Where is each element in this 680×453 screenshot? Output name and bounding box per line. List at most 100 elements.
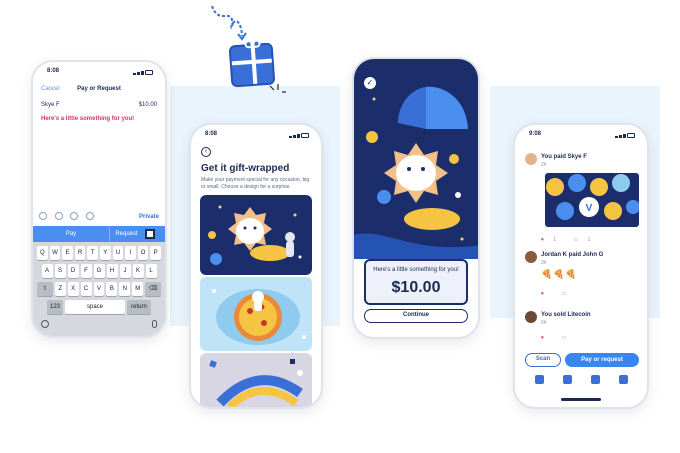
recipient-name: Skye F	[41, 102, 60, 108]
status-bar: 8:08	[191, 131, 321, 141]
recipient-row[interactable]: Skye F $10.00	[41, 102, 157, 108]
keyboard-row-4: 123 space return	[36, 300, 162, 314]
status-bar: 8:08	[33, 68, 165, 78]
privacy-selector[interactable]: Private	[139, 214, 159, 220]
continue-button[interactable]: Continue	[364, 309, 468, 323]
like-count: 1	[553, 237, 557, 243]
key-r[interactable]: R	[74, 246, 86, 260]
key-mode[interactable]: 123	[47, 300, 63, 314]
pay-request-bar: Pay Request	[33, 226, 165, 242]
gift-bow-icon	[244, 39, 261, 50]
crypto-icon[interactable]	[590, 375, 600, 384]
key-u[interactable]: U	[112, 246, 124, 260]
avatar	[525, 311, 537, 323]
lucky-cat-large-illustration	[354, 86, 478, 259]
qr-code-icon[interactable]	[145, 229, 155, 239]
key-k[interactable]: K	[132, 264, 144, 278]
feed-item[interactable]: Jordan K paid John G 3h 🍕🍕🍕 ♥ ▭	[525, 251, 639, 301]
key-t[interactable]: T	[87, 246, 98, 260]
page-description: Make your payment special for any occasi…	[201, 177, 310, 190]
key-l[interactable]: L	[145, 264, 157, 278]
battery-icon	[627, 133, 635, 138]
key-d[interactable]: D	[67, 264, 79, 278]
like-button[interactable]: ♥	[541, 335, 552, 341]
like-button[interactable]: ♥	[541, 291, 552, 297]
gif-icon[interactable]	[86, 212, 95, 220]
like-button[interactable]: ♥ 1	[541, 237, 564, 243]
key-j[interactable]: J	[119, 264, 131, 278]
pay-or-request-button[interactable]: Pay or request	[565, 353, 639, 367]
gift-message-card: Here's a little something for you! $10.0…	[364, 259, 468, 305]
phone-pay-request: 8:08 Cancel Pay or Request Skye F $10.00…	[31, 60, 167, 338]
feed-item[interactable]: You paid Skye F 2h V ♥ 1 ▭ 1	[525, 153, 639, 253]
card-icon[interactable]	[562, 375, 572, 384]
design-option-pizza[interactable]	[200, 277, 312, 351]
comment-button[interactable]: ▭	[561, 291, 574, 297]
key-e[interactable]: E	[62, 246, 73, 260]
signal-icon	[615, 132, 635, 138]
key-return[interactable]: return	[127, 300, 151, 314]
shift-key[interactable]: ⇧	[36, 282, 53, 296]
close-icon[interactable]: ✓	[364, 77, 376, 89]
gift-box-icon	[228, 39, 276, 88]
microphone-icon[interactable]	[152, 320, 157, 328]
design-option-lucky-cat[interactable]	[200, 195, 312, 275]
comment-button[interactable]: ▭ 1	[574, 237, 599, 243]
key-p[interactable]: P	[150, 246, 161, 260]
key-g[interactable]: G	[93, 264, 105, 278]
emoji-icon[interactable]	[54, 212, 63, 220]
key-z[interactable]: Z	[54, 282, 66, 296]
pizza-illustration	[212, 289, 306, 345]
globe-icon[interactable]	[41, 320, 49, 328]
design-option-party[interactable]	[200, 353, 312, 407]
scan-button[interactable]: Scan	[525, 353, 561, 367]
status-time: 8:08	[205, 131, 218, 137]
phone-gift-wrap: 8:08 ‹ Get it gift-wrapped Make your pay…	[189, 123, 323, 409]
keyboard-row-1: QWERTYUIOP	[36, 246, 162, 260]
comment-button[interactable]: ▭	[561, 335, 574, 341]
feed-actions: ♥ ▭	[541, 335, 582, 341]
key-c[interactable]: C	[80, 282, 92, 296]
keyboard-row-2: ASDFGHJKL	[36, 264, 162, 278]
feed-title: You sold Litecoin	[541, 312, 591, 318]
key-f[interactable]: F	[80, 264, 92, 278]
back-button[interactable]: ‹	[201, 147, 211, 157]
note-field[interactable]: Here's a little something for you!	[41, 116, 157, 122]
sparkle-lines-icon	[269, 84, 286, 93]
key-m[interactable]: M	[132, 282, 144, 296]
key-n[interactable]: N	[119, 282, 131, 296]
key-o[interactable]: O	[137, 246, 149, 260]
key-y[interactable]: Y	[100, 246, 111, 260]
heart-icon: ♥	[541, 237, 544, 243]
key-i[interactable]: I	[125, 246, 136, 260]
feed-actions: ♥ 1 ▭ 1	[541, 237, 606, 243]
feed-time: 5h	[541, 320, 547, 326]
comment-icon: ▭	[573, 237, 579, 243]
delete-key[interactable]: ⌫	[145, 282, 162, 296]
comment-count: 1	[587, 237, 591, 243]
person-icon[interactable]	[39, 212, 47, 220]
key-a[interactable]: A	[41, 264, 53, 278]
pay-button[interactable]: Pay	[33, 226, 109, 242]
key-b[interactable]: B	[106, 282, 118, 296]
key-v[interactable]: V	[93, 282, 105, 296]
gift-icon[interactable]	[70, 212, 79, 220]
key-w[interactable]: W	[49, 246, 61, 260]
feed-item[interactable]: You sold Litecoin 5h ♥ ▭	[525, 311, 639, 351]
comment-icon: ▭	[561, 291, 567, 297]
signal-icon	[133, 69, 153, 75]
key-q[interactable]: Q	[37, 246, 48, 260]
home-icon[interactable]	[534, 375, 544, 384]
key-s[interactable]: S	[54, 264, 66, 278]
feed-title: Jordan K paid John G	[541, 252, 604, 258]
key-h[interactable]: H	[106, 264, 118, 278]
profile-icon[interactable]	[618, 375, 628, 384]
amount-value: $10.00	[138, 102, 157, 108]
battery-icon	[145, 70, 153, 75]
key-x[interactable]: X	[67, 282, 79, 296]
keyboard: QWERTYUIOP ASDFGHJKL ⇧ Z X C V B N M ⌫ 123 space…	[33, 242, 165, 336]
gift-reveal-illustration	[354, 59, 478, 259]
request-button[interactable]: Request	[109, 226, 143, 242]
key-space[interactable]: space	[65, 300, 125, 314]
lucky-cat-illustration	[208, 205, 302, 265]
